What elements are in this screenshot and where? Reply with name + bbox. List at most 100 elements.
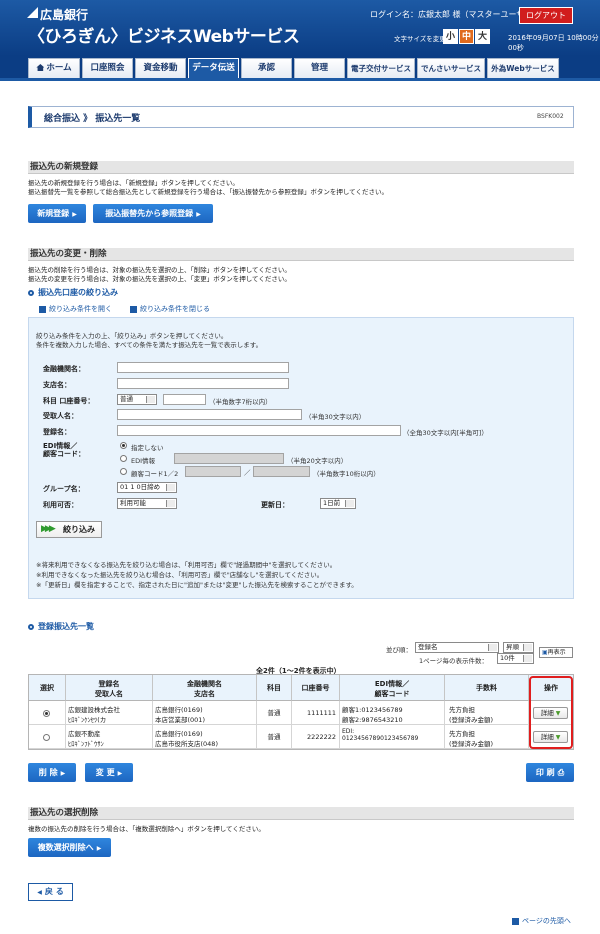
radio-none-label: 指定しない — [131, 444, 164, 452]
updated-select[interactable]: 1日前 — [320, 498, 356, 509]
section-new-registration: 振込先の新規登録 — [28, 161, 574, 174]
row-2-bank: 広島銀行(0169) 広島市役所支店(048) — [153, 725, 257, 749]
sort-select[interactable]: 登録名 — [415, 642, 499, 653]
slash-separator: ／ — [244, 469, 251, 477]
expand-icon — [39, 305, 46, 313]
tab-forex-web[interactable]: 外為Webサービス — [487, 58, 559, 78]
tab-fund-transfer[interactable]: 資金移動 — [135, 58, 186, 78]
multi-delete-button[interactable]: 複数選択削除へ ▶ — [28, 838, 111, 857]
close-filter-link[interactable]: 絞り込み条件を閉じる — [130, 304, 210, 314]
new-registration-button[interactable]: 新規登録 ▶ — [28, 204, 86, 223]
collapse-icon — [130, 305, 137, 313]
col-edi: EDI情報／ 顧客コード — [340, 675, 445, 701]
open-filter-link[interactable]: 絞り込み条件を開く — [39, 304, 112, 314]
row-1-regname: 広銀建設株式会社 ﾋﾛｷﾞﾝｹﾝｾﾂ(カ — [66, 701, 153, 725]
col-bank: 金融機関名 支店名 — [153, 675, 257, 701]
edit-desc-2: 振込先の変更を行う場合は、対象の振込先を選択の上、「変更」ボタンを押してください… — [28, 275, 291, 283]
bank-logo-icon — [27, 7, 38, 18]
reference-registration-button[interactable]: 振込振替先から参照登録 ▶ — [93, 204, 213, 223]
recipient-hint: （半角30文字以内） — [305, 413, 366, 421]
row-1-edi: 顧客1:0123456789 顧客2:9876543210 — [340, 701, 445, 725]
tab-home[interactable]: ホーム — [28, 58, 80, 78]
tab-e-delivery[interactable]: 電子交付サービス — [347, 58, 415, 78]
customer-code-1-input[interactable] — [185, 466, 241, 477]
filter-button[interactable]: ▶▶▶ 絞り込み — [36, 521, 102, 538]
font-size-medium-button[interactable]: 中 — [459, 29, 474, 44]
datetime: 2016年09月07日 10時00分00秒 — [508, 34, 599, 52]
usable-select[interactable]: 利用可能 — [117, 498, 177, 509]
filter-note-2: ※利用できなくなった振込先を絞り込む場合は、「利用可否」欄で"店舗なし"を選択し… — [36, 571, 324, 579]
branch-name-input[interactable] — [117, 378, 289, 389]
font-size-label: 文字サイズを変更 — [394, 35, 446, 43]
action-column-highlight — [529, 676, 573, 749]
font-size-large-button[interactable]: 大 — [475, 29, 490, 44]
regname-input[interactable] — [117, 425, 401, 436]
tab-densai[interactable]: でんさいサービス — [417, 58, 485, 78]
col-account: 口座番号 — [292, 675, 340, 701]
account-hint: （半角数字7桁以内） — [209, 398, 272, 406]
account-number-input[interactable] — [163, 394, 206, 405]
change-button[interactable]: 変 更 ▶ — [85, 763, 133, 782]
row-2-select-radio[interactable] — [43, 734, 50, 741]
breadcrumb: 総合振込 》 振込先一覧 — [44, 114, 141, 124]
radio-edi-label: EDI情報 — [131, 457, 156, 465]
account-label: 科目 口座番号： — [43, 397, 95, 405]
triple-arrow-icon: ▶▶▶ — [41, 524, 56, 534]
print-button[interactable]: 印 刷 ⎙ — [526, 763, 574, 782]
delete-button[interactable]: 削 除 ▶ — [28, 763, 76, 782]
tab-data-transmission[interactable]: データ伝送 — [188, 58, 239, 78]
logout-button[interactable]: ログアウト — [519, 7, 573, 24]
printer-icon: ⎙ — [557, 768, 565, 777]
usable-label: 利用可否： — [43, 501, 78, 509]
row-1-select-radio[interactable] — [43, 710, 50, 717]
bank-name-input[interactable] — [117, 362, 289, 373]
order-select[interactable]: 昇順 — [503, 642, 534, 653]
bullet-icon — [28, 289, 34, 296]
per-page-select[interactable]: 10件 — [497, 653, 534, 664]
account-type-select[interactable]: 普通 — [117, 394, 157, 405]
tab-account-inquiry[interactable]: 口座照会 — [82, 58, 133, 78]
group-label: グループ名： — [43, 485, 85, 493]
arrow-right-icon: ▶ — [72, 211, 77, 218]
redisplay-button[interactable]: ▣再表示 — [539, 647, 573, 658]
radio-edi[interactable] — [120, 455, 127, 462]
screen-code: BSFK002 — [537, 113, 564, 120]
row-1-account: 1111111 — [292, 701, 340, 725]
bullet-icon — [28, 623, 34, 630]
radio-none[interactable] — [120, 442, 127, 449]
tab-approval[interactable]: 承認 — [241, 58, 292, 78]
login-user: ログイン名：広銀太郎 様（マスターユーザ） — [370, 10, 533, 19]
page-top-link[interactable]: ページの先頭へ — [512, 916, 571, 926]
arrow-right-icon: ▶ — [96, 845, 102, 852]
per-page-label: 1ページ毎の表示件数： — [419, 657, 489, 665]
row-2-fee: 先方負担 (登録済み金額) — [445, 725, 529, 749]
multi-delete-desc: 複数の振込先の削除を行う場合は、「複数選択削除へ」ボタンを押してください。 — [28, 825, 265, 833]
branch-name-label: 支店名： — [43, 381, 71, 389]
back-button[interactable]: ◀ 戻 る — [28, 883, 73, 901]
customer-code-2-input[interactable] — [253, 466, 310, 477]
updated-label: 更新日： — [261, 501, 289, 509]
section-multi-delete: 振込先の選択削除 — [28, 807, 574, 820]
col-select: 選択 — [29, 675, 66, 701]
tab-management[interactable]: 管理 — [294, 58, 345, 78]
row-2-type: 普通 — [257, 725, 292, 749]
arrow-up-icon — [512, 917, 519, 925]
row-1-type: 普通 — [257, 701, 292, 725]
arrow-left-icon: ◀ — [37, 889, 42, 896]
arrow-right-icon: ▶ — [60, 770, 66, 777]
service-name: 〈ひろぎん〉ビジネスWebサービス — [28, 27, 300, 47]
group-select[interactable]: 01 1 0日締め — [117, 482, 177, 493]
recipient-label: 受取人名： — [43, 412, 78, 420]
edi-label-2: 顧客コード： — [43, 450, 85, 458]
row-1-bank: 広島銀行(0169) 本店営業部(001) — [153, 701, 257, 725]
font-size-small-button[interactable]: 小 — [443, 29, 458, 44]
new-reg-desc-2: 振込振替先一覧を参照して総合振込先として新規登録を行う場合は、「振込振替先から参… — [28, 188, 388, 196]
edi-input[interactable] — [174, 453, 284, 464]
col-type: 科目 — [257, 675, 292, 701]
radio-customer-code[interactable] — [120, 468, 127, 475]
list-title: 登録振込先一覧 — [28, 621, 94, 632]
filter-note-3: ※「更新日」欄を指定することで、指定された日に"追加"または"変更"した振込先を… — [36, 581, 358, 589]
row-2-regname: 広銀不動産 ﾋﾛｷﾞﾝﾌﾄﾞｳｻﾝ — [66, 725, 153, 749]
customer-hint: （半角数字10桁以内） — [313, 470, 380, 478]
recipient-input[interactable] — [117, 409, 302, 420]
